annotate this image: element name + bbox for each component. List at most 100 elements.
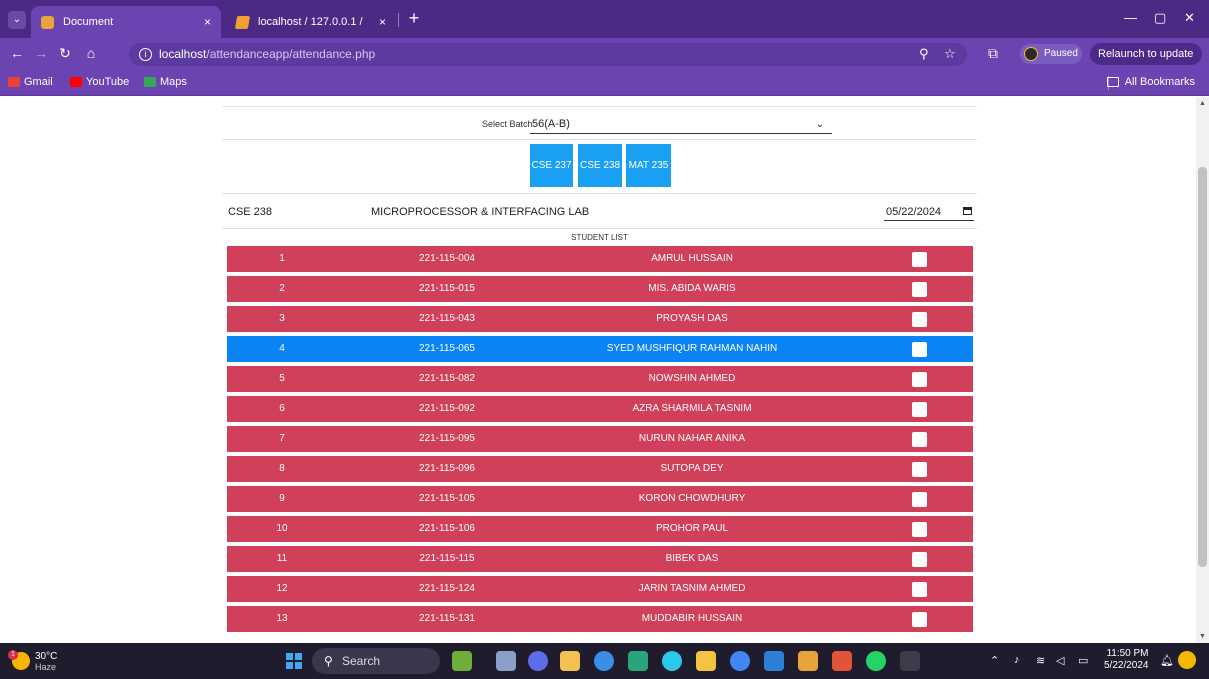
attendance-checkbox[interactable] xyxy=(912,282,927,297)
attendance-checkbox[interactable] xyxy=(912,612,927,627)
page-scrollbar[interactable]: ▲ ▼ xyxy=(1196,97,1209,643)
student-id: 221-115-095 xyxy=(419,433,475,444)
attendance-checkbox[interactable] xyxy=(912,342,927,357)
student-row[interactable]: 10 221-115-106 PROHOR PAUL xyxy=(227,516,973,542)
student-row[interactable]: 5 221-115-082 NOWSHIN AHMED xyxy=(227,366,973,392)
attendance-checkbox[interactable] xyxy=(912,372,927,387)
student-row[interactable]: 6 221-115-092 AZRA SHARMILA TASNIM xyxy=(227,396,973,422)
wifi-icon[interactable]: ≋ xyxy=(1036,654,1045,667)
store-app-icon[interactable] xyxy=(560,651,580,671)
xampp-icon[interactable] xyxy=(798,651,818,671)
student-name: NOWSHIN AHMED xyxy=(648,373,736,384)
student-row[interactable]: 13 221-115-131 MUDDABIR HUSSAIN xyxy=(227,606,973,632)
date-input[interactable]: 05/22/2024 xyxy=(884,203,974,221)
reload-icon[interactable]: ↻ xyxy=(56,45,74,62)
back-arrow-icon[interactable]: ← xyxy=(8,45,26,61)
attendance-checkbox[interactable] xyxy=(912,582,927,597)
chrome-browser-icon[interactable] xyxy=(730,651,750,671)
windows-start-icon[interactable] xyxy=(286,653,302,669)
student-row[interactable]: 2 221-115-015 MIS. ABIDA WARIS xyxy=(227,276,973,302)
selected-course-title: MICROPROCESSOR & INTERFACING LAB xyxy=(371,206,590,218)
attendance-checkbox[interactable] xyxy=(912,492,927,507)
close-tab-icon[interactable]: × xyxy=(204,6,211,38)
attendance-checkbox[interactable] xyxy=(912,432,927,447)
student-row[interactable]: 3 221-115-043 PROYASH DAS xyxy=(227,306,973,332)
meet-app-icon[interactable] xyxy=(528,651,548,671)
weather-widget[interactable]: 1 30°C Haze xyxy=(8,648,78,674)
attendance-checkbox[interactable] xyxy=(912,462,927,477)
notification-bell-icon[interactable]: 🔔︎ xyxy=(1160,654,1174,667)
student-row[interactable]: 9 221-115-105 KORON CHOWDHURY xyxy=(227,486,973,512)
tray-chevron-up-icon[interactable]: ⌃ xyxy=(990,654,999,667)
zoom-search-icon[interactable]: ⚲ xyxy=(919,46,929,62)
restore-icon[interactable]: ▢ xyxy=(1154,10,1166,26)
attendance-checkbox[interactable] xyxy=(912,552,927,567)
attendance-checkbox[interactable] xyxy=(912,522,927,537)
student-row[interactable]: 1 221-115-004 AMRUL HUSSAIN xyxy=(227,246,973,272)
clock-time: 11:50 PM xyxy=(1106,648,1149,659)
brave-browser-icon[interactable] xyxy=(832,651,852,671)
attendance-checkbox[interactable] xyxy=(912,402,927,417)
scroll-down-arrow-icon[interactable]: ▼ xyxy=(1199,633,1206,640)
extensions-icon[interactable]: ⧉ xyxy=(988,45,998,62)
forward-arrow-icon[interactable]: → xyxy=(32,45,50,61)
bookmark-maps[interactable]: Maps xyxy=(144,76,187,88)
avatar xyxy=(1024,47,1038,61)
scroll-up-arrow-icon[interactable]: ▲ xyxy=(1199,100,1206,107)
attendance-checkbox[interactable] xyxy=(912,312,927,327)
task-view-icon[interactable] xyxy=(496,651,516,671)
tab-phpmyadmin[interactable]: localhost / 127.0.0.1 / attendan × xyxy=(226,6,396,60)
new-tab-button[interactable]: + xyxy=(402,6,426,30)
student-id: 221-115-124 xyxy=(419,583,475,594)
whatsapp-icon[interactable] xyxy=(866,651,886,671)
vscode-icon[interactable] xyxy=(764,651,784,671)
date-value: 05/22/2024 xyxy=(886,206,942,218)
profile-paused-button[interactable]: Paused xyxy=(1020,44,1082,64)
minimize-icon[interactable]: — xyxy=(1124,10,1137,25)
student-row[interactable]: 4 221-115-065 SYED MUSHFIQUR RAHMAN NAHIN xyxy=(227,336,973,362)
calendar-icon[interactable] xyxy=(963,207,972,215)
speaker-icon[interactable]: ◁ xyxy=(1056,654,1064,667)
copilot-icon[interactable] xyxy=(1178,651,1196,669)
close-window-icon[interactable]: ✕ xyxy=(1184,10,1195,26)
scroll-thumb[interactable] xyxy=(1198,167,1207,567)
address-bar[interactable]: i localhost/attendanceapp/attendance.php… xyxy=(129,43,967,66)
student-row[interactable]: 8 221-115-096 SUTOPA DEY xyxy=(227,456,973,482)
student-row[interactable]: 11 221-115-115 BIBEK DAS xyxy=(227,546,973,572)
system-clock[interactable]: 11:50 PM 5/22/2024 xyxy=(1104,648,1149,672)
microphone-icon[interactable]: ♪ xyxy=(1014,654,1020,666)
course-button-cse237[interactable]: CSE 237 xyxy=(530,144,573,187)
app-icon[interactable] xyxy=(628,651,648,671)
tab-bar: ⌄ Document × localhost / 127.0.0.1 / att… xyxy=(0,0,1209,60)
taskbar-search[interactable]: ⚲ Search xyxy=(312,648,440,674)
attendance-checkbox[interactable] xyxy=(912,252,927,267)
student-id: 221-115-043 xyxy=(419,313,475,324)
course-button-cse238[interactable]: CSE 238 xyxy=(578,144,622,187)
student-row[interactable]: 7 221-115-095 NURUN NAHAR ANIKA xyxy=(227,426,973,452)
bookmark-gmail[interactable]: Gmail xyxy=(8,76,53,88)
batch-select[interactable]: 56(A-B) ⌄ xyxy=(530,116,832,134)
course-button-mat235[interactable]: MAT 235 xyxy=(626,144,671,187)
all-bookmarks-label: All Bookmarks xyxy=(1124,76,1195,88)
tab-document[interactable]: Document × xyxy=(31,6,221,38)
terminal-icon[interactable] xyxy=(900,651,920,671)
student-serial: 7 xyxy=(279,433,285,444)
notification-badge: 1 xyxy=(8,650,18,660)
close-tab-icon[interactable]: × xyxy=(379,6,386,38)
site-info-icon[interactable]: i xyxy=(139,48,152,61)
folder-icon xyxy=(1106,77,1119,87)
all-bookmarks-button[interactable]: All Bookmarks xyxy=(1106,76,1195,88)
battery-icon[interactable]: ▭ xyxy=(1078,654,1088,667)
clock-date: 5/22/2024 xyxy=(1104,660,1149,671)
chat-app-icon[interactable] xyxy=(594,651,614,671)
relaunch-label: Relaunch to update xyxy=(1098,48,1194,60)
edge-browser-icon[interactable] xyxy=(662,651,682,671)
student-row[interactable]: 12 221-115-124 JARIN TASNIM AHMED xyxy=(227,576,973,602)
widget-app-icon[interactable] xyxy=(452,651,472,671)
relaunch-button[interactable]: Relaunch to update ⋮ xyxy=(1090,43,1202,82)
tab-search-chevron-icon[interactable]: ⌄ xyxy=(8,11,26,29)
bookmark-youtube[interactable]: YouTube xyxy=(70,76,129,88)
file-explorer-icon[interactable] xyxy=(696,651,716,671)
home-icon[interactable]: ⌂ xyxy=(82,45,100,61)
bookmark-star-icon[interactable]: ☆ xyxy=(944,46,956,62)
